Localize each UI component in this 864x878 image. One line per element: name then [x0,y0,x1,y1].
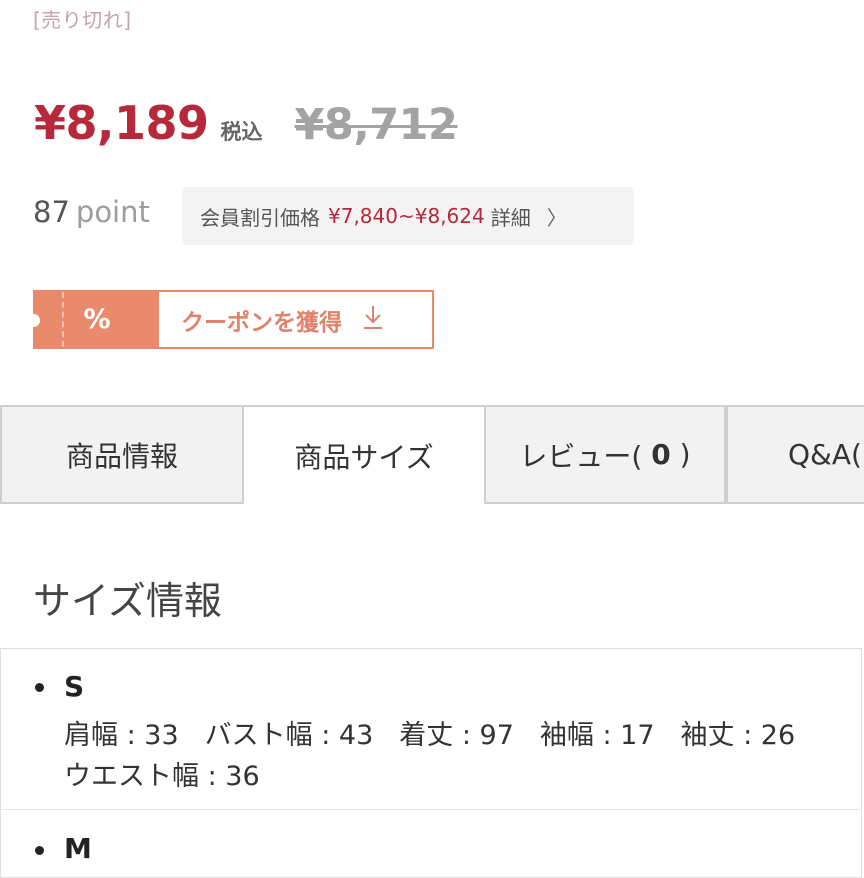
size-s-measurements-2: ウエスト幅 : 36 [64,754,286,793]
product-tabs: 商品情報 商品サイズ レビュー( 0 ) Q&A( [0,405,864,504]
size-s-measurements: 肩幅 : 33 バスト幅 : 43 着丈 : 97 袖幅 : 17 袖丈 : 26 [64,713,821,752]
tax-label: 税込 [220,120,263,144]
coupon-button[interactable]: % クーポンを獲得 [27,290,434,349]
review-count: 0 [651,438,671,471]
size-info-title: サイズ情報 [33,579,222,623]
coupon-get-area: クーポンを獲得 [159,292,432,347]
tab-qa[interactable]: Q&A( [726,405,864,504]
member-price-detail: 詳細 [490,205,531,230]
current-price: ¥8,189 [34,96,209,150]
tab-label-close: ) [679,438,691,471]
tab-label: Q&A( [788,438,862,471]
size-divider [0,809,862,810]
measurement-sleeve-length: 袖丈 : 26 [680,720,796,751]
tab-reviews[interactable]: レビュー( 0 ) [484,405,726,504]
bullet-icon [35,846,44,855]
tab-label: 商品情報 [65,439,178,473]
coupon-notch [27,314,40,327]
size-name-s: S [64,670,85,703]
coupon-dashed-divider [62,292,64,347]
measurement-bust: バスト幅 : 43 [204,720,374,751]
points-value: 87 [33,195,70,229]
member-price-range: ¥7,840~¥8,624 [328,204,485,228]
tab-label: 商品サイズ [294,440,434,474]
tab-product-info[interactable]: 商品情報 [0,405,244,504]
measurement-length: 着丈 : 97 [399,720,514,751]
member-price-label: 会員割引価格 [200,205,320,230]
percent-icon: % [83,304,111,335]
soldout-label: [売り切れ] [33,8,132,32]
member-price-button[interactable]: 会員割引価格 ¥7,840~¥8,624 詳細 〉 [182,187,634,245]
points-unit: point [75,195,150,229]
bullet-icon [35,683,44,692]
points-display: 87 point [33,195,150,229]
original-price: ¥8,712 [294,100,458,150]
measurement-shoulder: 肩幅 : 33 [64,720,179,751]
tab-product-size[interactable]: 商品サイズ [244,405,484,504]
measurement-sleeve-width: 袖幅 : 17 [539,720,655,751]
chevron-right-icon: 〉 [546,205,567,230]
measurement-waist: ウエスト幅 : 36 [64,761,260,792]
tab-label: レビュー( [519,439,643,473]
price-row: ¥8,189 税込 ¥8,712 [34,96,458,156]
coupon-label: クーポンを獲得 [181,309,342,336]
download-icon [362,304,384,336]
size-name-m: M [64,832,92,865]
coupon-percent-badge: % [27,292,159,347]
